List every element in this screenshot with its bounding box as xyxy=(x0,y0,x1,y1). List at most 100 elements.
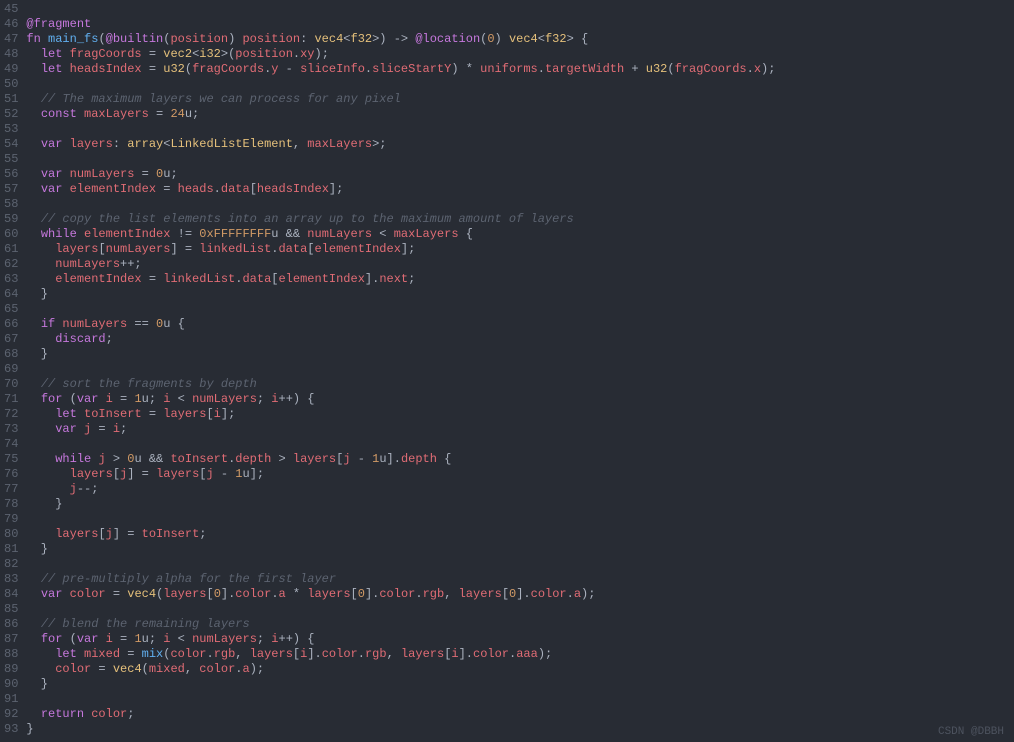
line-number: 49 xyxy=(4,62,18,77)
code-line[interactable]: let headsIndex = u32(fragCoords.y - slic… xyxy=(26,62,1014,77)
line-number: 53 xyxy=(4,122,18,137)
code-line[interactable]: numLayers++; xyxy=(26,257,1014,272)
line-number: 62 xyxy=(4,257,18,272)
code-line[interactable]: } xyxy=(26,497,1014,512)
code-line[interactable] xyxy=(26,197,1014,212)
code-line[interactable]: elementIndex = linkedList.data[elementIn… xyxy=(26,272,1014,287)
line-number: 73 xyxy=(4,422,18,437)
line-number: 93 xyxy=(4,722,18,737)
line-number: 46 xyxy=(4,17,18,32)
line-number: 89 xyxy=(4,662,18,677)
line-number: 48 xyxy=(4,47,18,62)
code-line[interactable]: discard; xyxy=(26,332,1014,347)
line-number: 84 xyxy=(4,587,18,602)
line-number: 51 xyxy=(4,92,18,107)
code-line[interactable]: var color = vec4(layers[0].color.a * lay… xyxy=(26,587,1014,602)
code-line[interactable] xyxy=(26,692,1014,707)
line-number: 60 xyxy=(4,227,18,242)
code-line[interactable]: for (var i = 1u; i < numLayers; i++) { xyxy=(26,392,1014,407)
line-number-gutter: 4546474849505152535455565758596061626364… xyxy=(0,0,26,742)
line-number: 57 xyxy=(4,182,18,197)
code-line[interactable]: var elementIndex = heads.data[headsIndex… xyxy=(26,182,1014,197)
code-line[interactable]: while elementIndex != 0xFFFFFFFFu && num… xyxy=(26,227,1014,242)
code-line[interactable]: const maxLayers = 24u; xyxy=(26,107,1014,122)
line-number: 47 xyxy=(4,32,18,47)
line-number: 67 xyxy=(4,332,18,347)
line-number: 66 xyxy=(4,317,18,332)
code-content[interactable]: @fragmentfn main_fs(@builtin(position) p… xyxy=(26,0,1014,742)
line-number: 76 xyxy=(4,467,18,482)
code-line[interactable]: } xyxy=(26,677,1014,692)
line-number: 50 xyxy=(4,77,18,92)
code-editor: 4546474849505152535455565758596061626364… xyxy=(0,0,1014,742)
code-line[interactable]: // sort the fragments by depth xyxy=(26,377,1014,392)
line-number: 85 xyxy=(4,602,18,617)
code-line[interactable]: } xyxy=(26,542,1014,557)
code-line[interactable]: @fragment xyxy=(26,17,1014,32)
code-line[interactable]: var numLayers = 0u; xyxy=(26,167,1014,182)
line-number: 55 xyxy=(4,152,18,167)
code-line[interactable] xyxy=(26,437,1014,452)
line-number: 77 xyxy=(4,482,18,497)
code-line[interactable]: j--; xyxy=(26,482,1014,497)
code-line[interactable] xyxy=(26,152,1014,167)
line-number: 91 xyxy=(4,692,18,707)
line-number: 59 xyxy=(4,212,18,227)
code-line[interactable] xyxy=(26,362,1014,377)
code-line[interactable] xyxy=(26,602,1014,617)
code-line[interactable] xyxy=(26,77,1014,92)
line-number: 92 xyxy=(4,707,18,722)
code-line[interactable]: layers[numLayers] = linkedList.data[elem… xyxy=(26,242,1014,257)
code-line[interactable]: // blend the remaining layers xyxy=(26,617,1014,632)
line-number: 78 xyxy=(4,497,18,512)
code-line[interactable]: layers[j] = toInsert; xyxy=(26,527,1014,542)
line-number: 70 xyxy=(4,377,18,392)
code-line[interactable] xyxy=(26,302,1014,317)
line-number: 90 xyxy=(4,677,18,692)
line-number: 54 xyxy=(4,137,18,152)
code-line[interactable]: } xyxy=(26,287,1014,302)
line-number: 80 xyxy=(4,527,18,542)
code-line[interactable]: layers[j] = layers[j - 1u]; xyxy=(26,467,1014,482)
line-number: 65 xyxy=(4,302,18,317)
code-line[interactable]: } xyxy=(26,347,1014,362)
line-number: 71 xyxy=(4,392,18,407)
code-line[interactable] xyxy=(26,557,1014,572)
code-line[interactable] xyxy=(26,2,1014,17)
code-line[interactable] xyxy=(26,122,1014,137)
code-line[interactable]: } xyxy=(26,722,1014,737)
code-line[interactable]: var layers: array<LinkedListElement, max… xyxy=(26,137,1014,152)
line-number: 72 xyxy=(4,407,18,422)
line-number: 75 xyxy=(4,452,18,467)
line-number: 88 xyxy=(4,647,18,662)
line-number: 56 xyxy=(4,167,18,182)
code-line[interactable]: // The maximum layers we can process for… xyxy=(26,92,1014,107)
line-number: 69 xyxy=(4,362,18,377)
line-number: 61 xyxy=(4,242,18,257)
line-number: 81 xyxy=(4,542,18,557)
line-number: 86 xyxy=(4,617,18,632)
code-line[interactable]: // pre-multiply alpha for the first laye… xyxy=(26,572,1014,587)
line-number: 74 xyxy=(4,437,18,452)
line-number: 45 xyxy=(4,2,18,17)
code-line[interactable]: let toInsert = layers[i]; xyxy=(26,407,1014,422)
code-line[interactable]: if numLayers == 0u { xyxy=(26,317,1014,332)
line-number: 63 xyxy=(4,272,18,287)
line-number: 64 xyxy=(4,287,18,302)
code-line[interactable]: let mixed = mix(color.rgb, layers[i].col… xyxy=(26,647,1014,662)
code-line[interactable]: fn main_fs(@builtin(position) position: … xyxy=(26,32,1014,47)
line-number: 87 xyxy=(4,632,18,647)
watermark: CSDN @DBBH xyxy=(938,726,1004,738)
code-line[interactable]: color = vec4(mixed, color.a); xyxy=(26,662,1014,677)
code-line[interactable]: while j > 0u && toInsert.depth > layers[… xyxy=(26,452,1014,467)
code-line[interactable]: let fragCoords = vec2<i32>(position.xy); xyxy=(26,47,1014,62)
code-line[interactable]: // copy the list elements into an array … xyxy=(26,212,1014,227)
code-line[interactable] xyxy=(26,512,1014,527)
line-number: 82 xyxy=(4,557,18,572)
code-line[interactable]: return color; xyxy=(26,707,1014,722)
line-number: 79 xyxy=(4,512,18,527)
line-number: 68 xyxy=(4,347,18,362)
code-line[interactable]: for (var i = 1u; i < numLayers; i++) { xyxy=(26,632,1014,647)
code-line[interactable]: var j = i; xyxy=(26,422,1014,437)
line-number: 83 xyxy=(4,572,18,587)
